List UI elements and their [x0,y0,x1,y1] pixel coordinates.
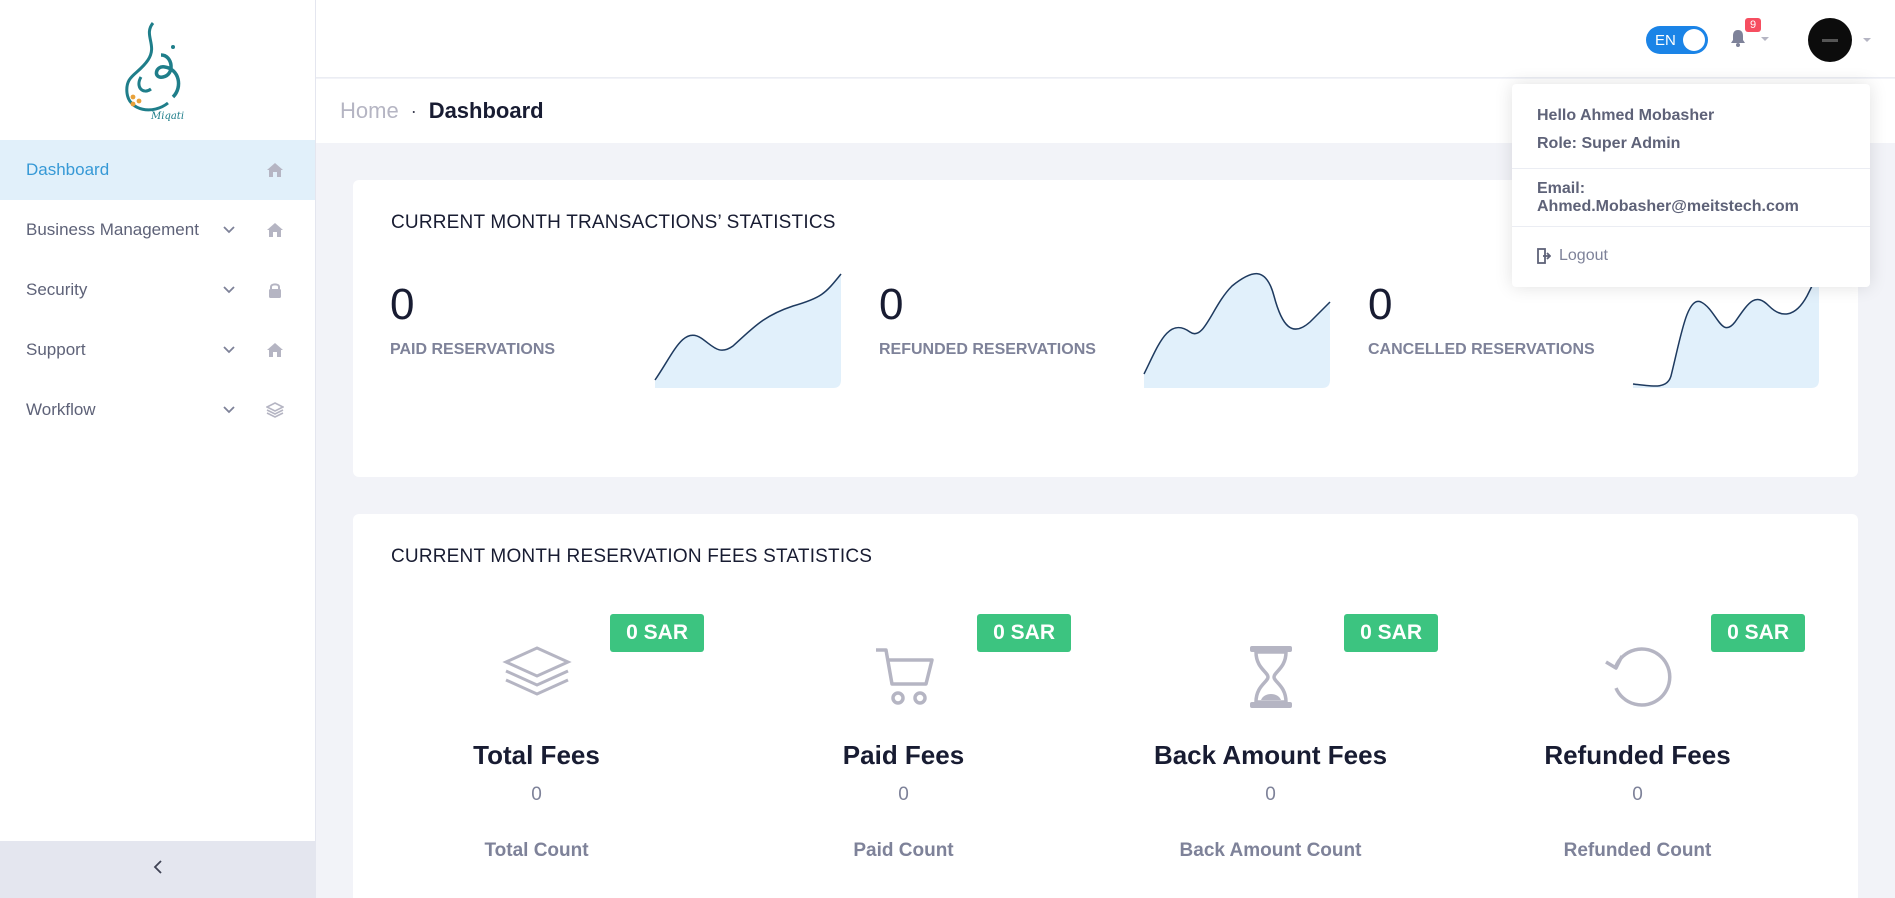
refresh-icon [1454,644,1821,710]
fee-total: 0 SAR Total Fees 0 Total Count [353,614,720,898]
caret-down-icon [1761,37,1769,41]
language-toggle[interactable]: EN [1646,26,1708,54]
fees-card: CURRENT MONTH RESERVATION FEES STATISTIC… [353,514,1858,898]
fee-count-label: Back Amount Count [1179,840,1362,861]
layers-icon [263,402,287,418]
language-label: EN [1655,31,1676,49]
stat-label: CANCELLED RESERVATIONS [1368,341,1595,358]
home-icon [263,342,287,358]
fee-paid: 0 SAR Paid Fees 0 Paid Count [720,614,1087,898]
user-email: Email: Ahmed.Mobasher@meitstech.com [1512,169,1870,227]
chevron-down-icon [223,226,263,234]
fee-title: Back Amount Fees [1153,740,1388,770]
sidebar-item-label: Security [26,280,88,299]
home-icon [263,222,287,238]
sidebar-item-dashboard[interactable]: Dashboard [0,140,315,200]
chevron-down-icon [223,406,263,414]
user-greeting: Hello Ahmed Mobasher [1537,107,1715,124]
fee-title: Refunded Fees [1544,740,1731,770]
fee-value: 0 [531,784,542,805]
sidebar-collapse-button[interactable] [0,841,316,898]
stat-paid-reservations: 0 PAID RESERVATIONS [353,266,842,396]
chevron-down-icon [223,286,263,294]
card-title: CURRENT MONTH TRANSACTIONS’ STATISTICS [391,212,836,233]
sidebar-nav: Dashboard Business Management Security S… [0,140,315,440]
stat-value: 0 [879,280,904,329]
sidebar-item-security[interactable]: Security [0,260,315,320]
card-title: CURRENT MONTH RESERVATION FEES STATISTIC… [391,546,873,567]
home-icon [263,162,287,178]
breadcrumb-separator: · [410,100,417,121]
page-title: Dashboard [428,98,544,123]
sparkline-paid [654,273,842,388]
sparkline-refunded [1143,272,1331,388]
topbar: EN 9 [316,0,1895,78]
user-dropdown-menu: Hello Ahmed Mobasher Role: Super Admin E… [1512,84,1870,287]
chevron-left-icon [153,860,163,879]
user-role: Role: Super Admin [1537,135,1681,152]
brand-logo[interactable]: Miqati [0,0,315,140]
fee-count-label: Paid Count [853,840,954,861]
avatar [1808,18,1852,62]
notification-count-badge: 9 [1745,18,1762,32]
fee-value: 0 [1632,784,1643,805]
caret-down-icon [1863,38,1871,42]
fee-count-label: Refunded Count [1563,840,1712,861]
sidebar-item-business-management[interactable]: Business Management [0,200,315,260]
chevron-down-icon [223,346,263,354]
fee-back-amount: 0 SAR Back Amount Fees 0 Back Amount Cou… [1087,614,1454,898]
fee-count-label: Total Count [484,840,589,861]
notifications-button[interactable]: 9 [1728,18,1774,52]
logo-icon: Miqati [124,22,184,122]
svg-text:Miqati: Miqati [150,111,184,122]
sidebar-item-label: Business Management [26,220,199,239]
hourglass-icon [1087,644,1454,710]
toggle-knob [1683,29,1705,51]
lock-icon [263,282,287,299]
sidebar-item-label: Workflow [26,400,96,419]
sidebar: Miqati Dashboard Business Management Sec… [0,0,316,898]
fee-title: Total Fees [473,740,600,770]
breadcrumb-home-link[interactable]: Home [340,98,399,124]
stat-refunded-reservations: 0 REFUNDED RESERVATIONS [842,266,1331,396]
stat-value: 0 [390,280,415,329]
user-info: Hello Ahmed Mobasher Role: Super Admin [1512,84,1870,169]
sidebar-item-support[interactable]: Support [0,320,315,380]
fee-value: 0 [1265,784,1276,805]
sidebar-item-label: Support [26,340,86,359]
sidebar-item-workflow[interactable]: Workflow [0,380,315,440]
fee-value: 0 [898,784,909,805]
stat-label: REFUNDED RESERVATIONS [879,341,1096,358]
logout-label: Logout [1559,247,1608,264]
fee-title: Paid Fees [842,740,965,770]
logout-icon [1537,248,1551,264]
stat-value: 0 [1368,280,1393,329]
sidebar-item-label: Dashboard [26,160,110,179]
logout-button[interactable]: Logout [1512,227,1870,285]
layers-icon [353,644,720,700]
user-menu-button[interactable] [1808,18,1880,62]
cart-icon [720,644,1087,708]
stat-label: PAID RESERVATIONS [390,341,556,358]
fee-refunded: 0 SAR Refunded Fees 0 Refunded Count [1454,614,1821,898]
